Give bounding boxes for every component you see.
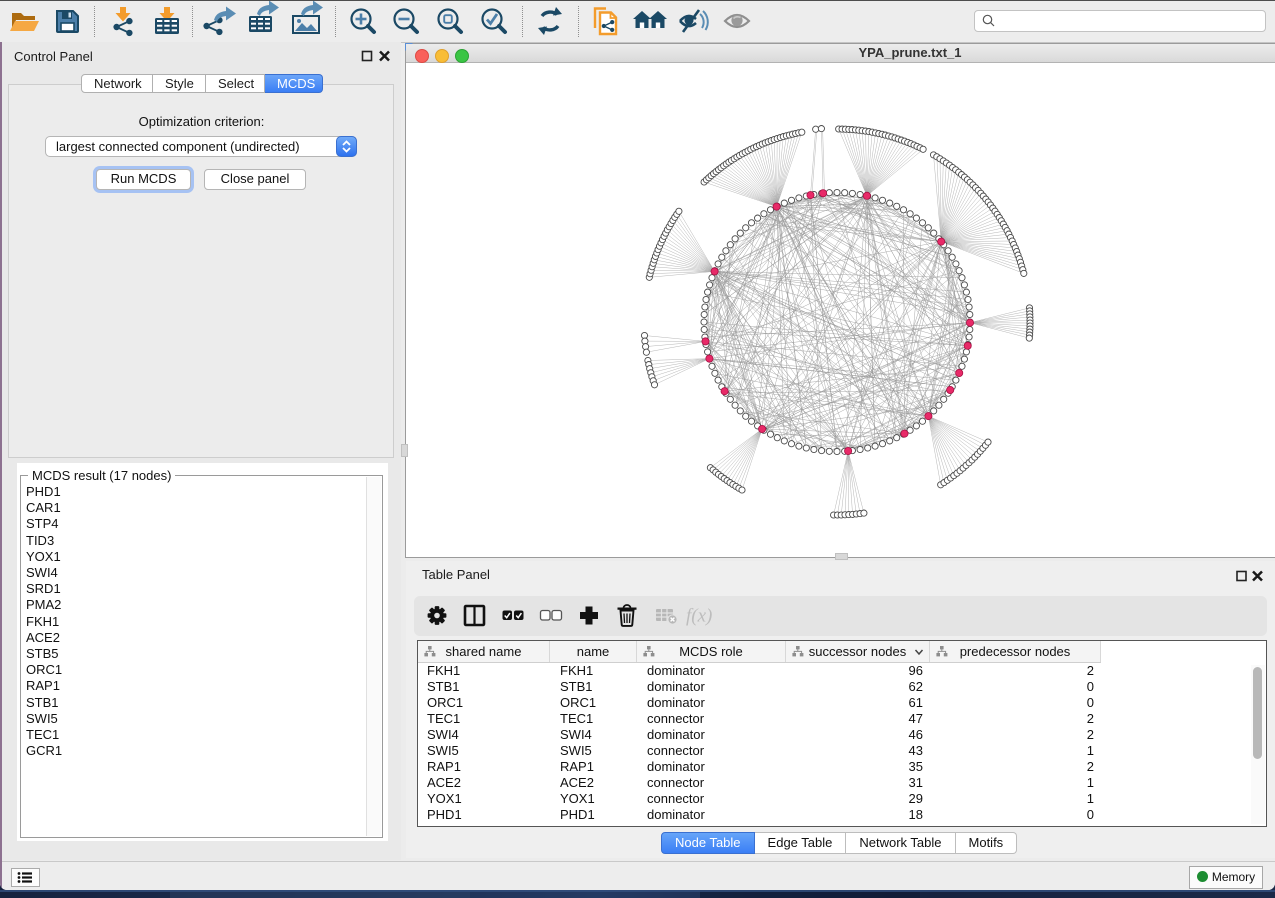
svg-text:f(x): f(x) (686, 606, 712, 627)
